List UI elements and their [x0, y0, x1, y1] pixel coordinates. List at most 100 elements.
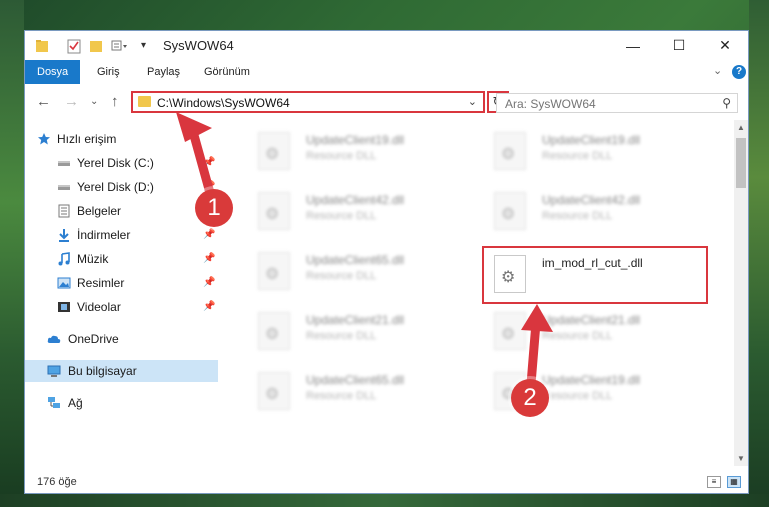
pin-icon[interactable]: 📌 — [203, 253, 215, 264]
scroll-down-icon[interactable]: ▼ — [737, 454, 745, 463]
step-1-badge: 1 — [195, 189, 233, 227]
properties-icon[interactable] — [67, 38, 81, 54]
maximize-icon: ☐ — [672, 37, 686, 53]
file-name: UpdateClient65.dll — [306, 253, 405, 267]
pin-icon[interactable]: 📌 — [203, 277, 215, 288]
address-dropdown-icon[interactable]: ⌄ — [468, 95, 477, 108]
help-icon[interactable]: ? — [732, 65, 746, 79]
download-icon — [59, 229, 69, 242]
pin-icon[interactable]: 📌 — [203, 301, 215, 312]
gear-icon: ⚙ — [501, 206, 516, 223]
vertical-scrollbar[interactable]: ▲ ▼ — [734, 120, 748, 466]
sidebar-item-onedrive[interactable]: OneDrive — [25, 328, 218, 350]
tab-giris[interactable]: Giriş — [95, 60, 122, 84]
dll-file-icon: ⚙ — [258, 132, 290, 170]
address-bar[interactable]: C:\Windows\SysWOW64 ⌄ — [131, 91, 485, 113]
documents-icon — [58, 204, 70, 218]
computer-icon — [47, 365, 61, 377]
file-name: UpdateClient65.dll — [306, 373, 405, 387]
item-count: 176 öğe — [37, 476, 77, 488]
expand-ribbon-icon[interactable]: ⌄ — [713, 64, 722, 77]
dll-file-icon: ⚙ — [494, 312, 526, 350]
sidebar-item-label: Ağ — [68, 396, 83, 410]
sidebar-item-label: Bu bilgisayar — [68, 364, 137, 378]
close-icon: ✕ — [719, 37, 731, 53]
gear-icon: ⚙ — [501, 326, 516, 343]
sidebar-item-local-disk-c[interactable]: Yerel Disk (C:) 📌 — [25, 152, 218, 174]
sidebar-item-music[interactable]: Müzik 📌 — [25, 248, 218, 270]
sidebar-item-label: Belgeler — [77, 204, 122, 218]
sidebar-item-local-disk-d[interactable]: Yerel Disk (D:) 📌 — [25, 176, 218, 198]
maximize-button[interactable]: ☐ — [656, 31, 702, 60]
up-arrow-icon[interactable]: ↑ — [111, 93, 119, 110]
tab-gorunum[interactable]: Görünüm — [202, 60, 252, 84]
sidebar-item-label: Resimler — [77, 276, 125, 290]
pin-icon[interactable]: 📌 — [203, 157, 215, 168]
file-item[interactable]: ⚙ UpdateClient19.dll Resource DLL — [482, 126, 702, 176]
scroll-up-icon[interactable]: ▲ — [737, 123, 745, 132]
minimize-button[interactable]: — — [610, 31, 656, 60]
sidebar-item-network[interactable]: Ağ — [25, 392, 218, 414]
step-2-badge: 2 — [511, 379, 549, 417]
folder-icon — [138, 96, 151, 107]
target-file-highlight — [482, 246, 708, 304]
quick-access-dropdown-icon[interactable]: ▾ — [141, 40, 146, 56]
desktop-background-left — [0, 0, 24, 507]
cloud-icon — [47, 335, 61, 343]
close-button[interactable]: ✕ — [702, 31, 748, 60]
file-name: UpdateClient19.dll — [542, 373, 641, 387]
address-path: C:\Windows\SysWOW64 — [157, 96, 290, 110]
music-icon — [58, 252, 70, 266]
dll-file-icon: ⚙ — [258, 312, 290, 350]
sidebar-item-quick-access[interactable]: Hızlı erişim — [25, 128, 218, 150]
file-item[interactable]: ⚙ UpdateClient21.dll Resource DLL — [246, 306, 466, 356]
file-type: Resource DLL — [542, 330, 613, 342]
tab-dosya[interactable]: Dosya — [25, 60, 81, 84]
drive-icon — [58, 161, 70, 166]
file-item[interactable]: ⚙ UpdateClient65.dll Resource DLL — [246, 246, 466, 296]
file-item[interactable]: ⚙ UpdateClient19.dll Resource DLL — [246, 126, 466, 176]
scrollbar-thumb[interactable] — [736, 138, 746, 188]
file-name: UpdateClient19.dll — [306, 133, 405, 147]
sidebar-item-pictures[interactable]: Resimler 📌 — [25, 272, 218, 294]
sidebar-item-downloads[interactable]: İndirmeler 📌 — [25, 224, 218, 246]
file-type: Resource DLL — [306, 210, 377, 222]
search-input[interactable] — [503, 96, 707, 112]
sidebar-item-documents[interactable]: Belgeler 📌 — [25, 200, 218, 222]
details-view-icon[interactable]: ≡ — [707, 476, 721, 488]
sidebar-item-label: Videolar — [77, 300, 121, 314]
search-box[interactable]: ⚲ — [496, 93, 738, 113]
minimize-icon: — — [626, 37, 640, 54]
file-name: UpdateClient42.dll — [306, 193, 405, 207]
file-item[interactable]: ⚙ UpdateClient42.dll Resource DLL — [482, 186, 702, 236]
sidebar-item-this-pc[interactable]: Bu bilgisayar — [25, 360, 218, 382]
pin-icon[interactable]: 📌 — [203, 229, 215, 240]
recent-locations-icon[interactable]: ⌄ — [90, 96, 98, 107]
new-folder-icon[interactable] — [89, 38, 103, 54]
large-icons-view-icon[interactable]: ▦ — [727, 476, 741, 488]
sidebar-item-label: İndirmeler — [77, 228, 131, 242]
sidebar-item-label: Yerel Disk (C:) — [77, 156, 154, 170]
back-arrow-icon[interactable]: ← — [36, 93, 51, 110]
dll-file-icon: ⚙ — [258, 372, 290, 410]
customize-toolbar-icon[interactable] — [111, 38, 129, 54]
gear-icon: ⚙ — [265, 206, 280, 223]
search-icon[interactable]: ⚲ — [722, 96, 731, 110]
sidebar-item-label: OneDrive — [68, 332, 119, 346]
network-icon — [48, 397, 60, 408]
gear-icon: ⚙ — [265, 146, 280, 163]
file-name: UpdateClient42.dll — [542, 193, 641, 207]
tab-paylas[interactable]: Paylaş — [145, 60, 182, 84]
navigation-bar: ← → ⌄ ↑ C:\Windows\SysWOW64 ⌄ ↻ ⚲ — [25, 84, 748, 120]
forward-arrow-icon[interactable]: → — [64, 93, 79, 110]
star-icon — [38, 133, 50, 145]
pictures-icon — [57, 277, 71, 289]
file-item[interactable]: ⚙ UpdateClient42.dll Resource DLL — [246, 186, 466, 236]
file-type: Resource DLL — [306, 330, 377, 342]
file-item[interactable]: ⚙ UpdateClient65.dll Resource DLL — [246, 366, 466, 416]
file-name: UpdateClient21.dll — [306, 313, 405, 327]
window-title: SysWOW64 — [163, 38, 234, 53]
file-item[interactable]: ⚙ UpdateClient21.dll Resource DLL — [482, 306, 702, 356]
sidebar-item-videos[interactable]: Videolar 📌 — [25, 296, 218, 318]
file-name: UpdateClient21.dll — [542, 313, 641, 327]
